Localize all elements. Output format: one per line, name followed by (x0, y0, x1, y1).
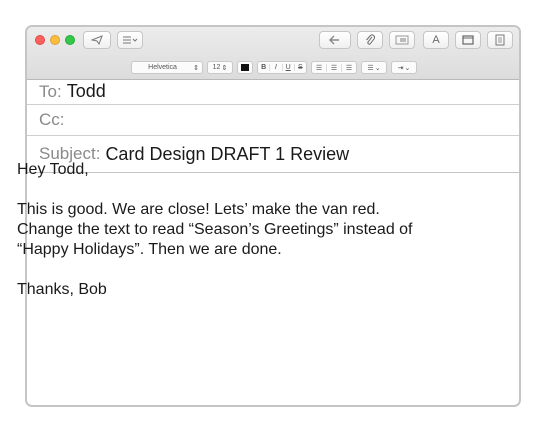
header-fields-icon (123, 36, 138, 44)
format-button[interactable] (487, 31, 513, 49)
alignment-group: ☰ ☰ ☰ (311, 61, 357, 74)
message-signoff: Thanks, Bob (17, 281, 107, 298)
font-size-value: 12 (212, 64, 221, 71)
italic-button[interactable]: I (269, 64, 281, 71)
header-fields-button[interactable] (117, 31, 143, 49)
minimize-window-button[interactable] (50, 35, 60, 45)
photo-browser-icon (395, 35, 409, 45)
send-icon (91, 35, 103, 45)
message-body[interactable]: Hey Todd, This is good. We are close! Le… (17, 160, 477, 320)
strikethrough-button[interactable]: S (293, 64, 306, 71)
indent-select[interactable]: ⇥ ⌄ (391, 61, 417, 74)
window-icon (462, 35, 474, 45)
close-window-button[interactable] (35, 35, 45, 45)
list-style-select[interactable]: ☰ ⌄ (361, 61, 387, 74)
text-color-button[interactable] (237, 61, 253, 74)
show-fonts-button[interactable]: A (423, 31, 449, 49)
align-right-icon[interactable]: ☰ (341, 63, 356, 72)
cc-field[interactable]: Cc: (27, 105, 519, 136)
chevron-down-icon: ⌄ (404, 64, 411, 72)
chevron-down-icon: ⌄ (374, 64, 381, 72)
toolbar: A Helvetica ⇕ 12 ⇕ B I U S ☰ ☰ ☰ ☰ ⌄ ⇥ ⌄ (27, 27, 519, 80)
message-paragraph: This is good. We are close! Lets’ make t… (17, 201, 413, 258)
font-family-select[interactable]: Helvetica ⇕ (131, 61, 203, 74)
color-swatch-icon (241, 64, 249, 71)
attachment-icon (366, 34, 375, 45)
reply-icon (329, 35, 339, 45)
cc-label: Cc: (39, 110, 65, 129)
text-style-group: B I U S (257, 61, 307, 74)
reply-button[interactable] (319, 31, 351, 49)
bold-button[interactable]: B (258, 64, 269, 71)
chevron-updown-icon: ⇕ (221, 64, 228, 72)
align-left-icon[interactable]: ☰ (312, 64, 326, 72)
window-button[interactable] (455, 31, 481, 49)
message-greeting: Hey Todd, (17, 161, 89, 178)
to-label: To: (39, 81, 62, 101)
format-icon (495, 34, 505, 46)
font-family-value: Helvetica (148, 64, 177, 71)
show-fonts-icon: A (432, 34, 440, 46)
to-recipient[interactable]: Todd (67, 81, 106, 102)
zoom-window-button[interactable] (65, 35, 75, 45)
underline-button[interactable]: U (281, 64, 294, 71)
font-size-select[interactable]: 12 ⇕ (207, 61, 233, 74)
chevron-updown-icon: ⇕ (193, 64, 199, 72)
send-button[interactable] (83, 31, 111, 49)
align-center-icon[interactable]: ☰ (326, 63, 341, 72)
to-field[interactable]: To: Todd (27, 79, 519, 105)
photo-browser-button[interactable] (389, 31, 415, 49)
attachment-button[interactable] (357, 31, 383, 49)
